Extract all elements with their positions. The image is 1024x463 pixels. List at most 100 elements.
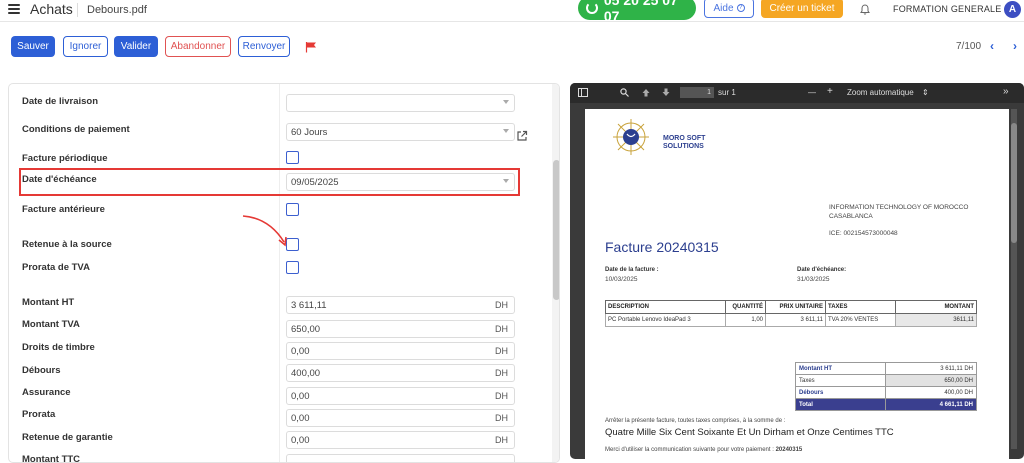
delivery-date-input[interactable] xyxy=(286,94,515,112)
due-date-input[interactable]: 09/05/2025 xyxy=(286,173,515,191)
currency-suffix: DH xyxy=(495,391,508,401)
chevron-down-icon xyxy=(503,100,509,104)
action-toolbar: Sauver Ignorer Valider Abandonner Renvoy… xyxy=(0,36,1024,58)
ignore-button[interactable]: Ignorer xyxy=(63,36,108,57)
zoom-select[interactable]: Zoom automatique xyxy=(847,88,914,97)
table-cell: TVA 20% VENTES xyxy=(825,313,896,327)
amount-tva-input[interactable]: 650,00 DH xyxy=(286,320,515,338)
totals-table: Montant HT 3 611,11 DH Taxes 650,00 DH D… xyxy=(794,362,977,411)
page-counter: 7/100 xyxy=(956,41,982,52)
prorata-label: Prorata xyxy=(22,409,56,420)
table-cell: 3 611,11 xyxy=(765,313,826,327)
totals-row: Taxes 650,00 DH xyxy=(794,374,977,387)
currency-suffix: DH xyxy=(495,413,508,423)
invoice-date-label: Date de la facture : xyxy=(605,267,659,273)
validate-button[interactable]: Valider xyxy=(114,36,158,57)
totals-label: Taxes xyxy=(794,374,887,387)
table-header: MONTANT xyxy=(895,300,977,314)
logo-line-1: MORO SOFT xyxy=(663,135,706,142)
pdf-due-date: 31/03/2025 xyxy=(797,276,830,283)
help-icon: ? xyxy=(736,4,745,12)
amount-in-words: Quatre Mille Six Cent Soixante Et Un Dir… xyxy=(605,427,894,438)
arrow-down-icon[interactable] xyxy=(662,88,670,99)
chevron-down-icon xyxy=(503,129,509,133)
table-row: PC Portable Lenovo IdeaPad 3 1,00 3 611,… xyxy=(605,313,977,327)
totals-row: Montant HT 3 611,11 DH xyxy=(794,362,977,375)
periodic-invoice-label: Facture périodique xyxy=(22,153,108,164)
resend-button[interactable]: Renvoyer xyxy=(238,36,290,57)
stamp-duty-input[interactable]: 0,00 DH xyxy=(286,342,515,360)
periodic-invoice-checkbox[interactable] xyxy=(286,151,299,164)
table-header: TAXES xyxy=(825,300,896,314)
currency-suffix: DH xyxy=(495,300,508,310)
form-scrollbar[interactable] xyxy=(552,84,559,462)
payment-terms-value: 60 Jours xyxy=(291,126,328,138)
app-title: Achats xyxy=(30,1,73,17)
flag-icon[interactable] xyxy=(305,40,317,53)
recipient-line-1: INFORMATION TECHNOLOGY OF MOROCCO xyxy=(829,204,969,211)
amount-ht-label: Montant HT xyxy=(22,297,75,308)
search-icon[interactable] xyxy=(620,88,629,99)
external-link-icon[interactable] xyxy=(516,129,528,141)
table-header-row: DESCRIPTION QUANTITÉ PRIX UNITAIRE TAXES… xyxy=(605,300,977,314)
menu-icon[interactable] xyxy=(8,4,20,14)
guarantee-input[interactable]: 0,00 DH xyxy=(286,431,515,449)
recipient-line-2: CASABLANCA xyxy=(829,213,873,220)
company-logo: MORO SOFT SOLUTIONS xyxy=(609,115,719,163)
phone-button[interactable]: 05 20 25 07 07 xyxy=(578,0,696,24)
next-chevron-icon[interactable]: › xyxy=(1013,39,1017,53)
logo-line-2: SOLUTIONS xyxy=(663,143,704,150)
invoice-title: Facture 20240315 xyxy=(605,239,719,255)
totals-value: 650,00 DH xyxy=(885,374,977,387)
pdf-page: MORO SOFT SOLUTIONS INFORMATION TECHNOLO… xyxy=(585,109,1009,459)
due-date-value: 09/05/2025 xyxy=(291,176,339,188)
disbursements-input[interactable]: 400,00 DH xyxy=(286,364,515,382)
table-header: DESCRIPTION xyxy=(605,300,726,314)
prorata-input[interactable]: 0,00 DH xyxy=(286,409,515,427)
amount-tva-value: 650,00 xyxy=(291,323,321,335)
abandon-button[interactable]: Abandonner xyxy=(165,36,231,57)
create-ticket-button[interactable]: Créer un ticket xyxy=(761,0,843,18)
more-tools-icon[interactable]: » xyxy=(1003,86,1009,97)
disbursements-label: Débours xyxy=(22,365,61,376)
zoom-in-icon[interactable]: + xyxy=(827,86,833,97)
pdf-due-date-label: Date d'échéance: xyxy=(797,267,847,273)
pdf-scroll-thumb[interactable] xyxy=(1011,123,1017,243)
bell-icon[interactable] xyxy=(860,4,870,18)
zoom-out-icon[interactable]: — xyxy=(808,88,816,97)
table-header: PRIX UNITAIRE xyxy=(765,300,826,314)
sidebar-toggle-icon[interactable] xyxy=(578,88,588,99)
help-button[interactable]: Aide ? xyxy=(704,0,754,18)
totals-value: 400,00 DH xyxy=(885,386,977,399)
previous-invoice-label: Facture antérieure xyxy=(22,204,105,215)
vat-prorata-checkbox[interactable] xyxy=(286,261,299,274)
prev-chevron-icon[interactable]: ‹ xyxy=(990,39,994,53)
payment-ref-prefix: Merci d'utiliser la communication suivan… xyxy=(605,447,774,453)
zoom-select-chevron-icon: ⇕ xyxy=(922,88,929,97)
stamp-duty-value: 0,00 xyxy=(291,345,310,357)
avatar[interactable]: A xyxy=(1004,1,1021,18)
form-scroll-thumb[interactable] xyxy=(553,160,559,300)
invoice-date: 10/03/2025 xyxy=(605,276,638,283)
header-divider xyxy=(77,3,78,17)
pdf-page-input[interactable]: 1 xyxy=(680,87,714,98)
table-cell: 3611,11 xyxy=(895,313,977,327)
closing-line: Arrêter la présente facture, toutes taxe… xyxy=(605,418,786,424)
invoice-form: Date de livraison Conditions de paiement… xyxy=(8,83,560,463)
recipient-ice: ICE: 002154573000048 xyxy=(829,230,898,237)
totals-label: Débours xyxy=(794,386,887,399)
amount-ht-input[interactable]: 3 611,11 DH xyxy=(286,296,515,314)
arrow-up-icon[interactable] xyxy=(642,88,650,99)
payment-terms-select[interactable]: 60 Jours xyxy=(286,123,515,141)
top-header: Achats Debours.pdf 05 20 25 07 07 Aide ?… xyxy=(0,0,1024,24)
disbursements-value: 400,00 xyxy=(291,367,321,379)
logo-text: MORO SOFT SOLUTIONS xyxy=(663,135,705,151)
save-button[interactable]: Sauver xyxy=(11,36,55,57)
chevron-down-icon xyxy=(503,179,509,183)
company-name[interactable]: FORMATION GENERALE xyxy=(893,4,1001,14)
pdf-scrollbar[interactable] xyxy=(1011,109,1017,449)
phone-number: 05 20 25 07 07 xyxy=(603,0,678,24)
insurance-input[interactable]: 0,00 DH xyxy=(286,387,515,405)
withholding-label: Retenue à la source xyxy=(22,239,112,250)
pdf-page-total: sur 1 xyxy=(718,88,736,97)
